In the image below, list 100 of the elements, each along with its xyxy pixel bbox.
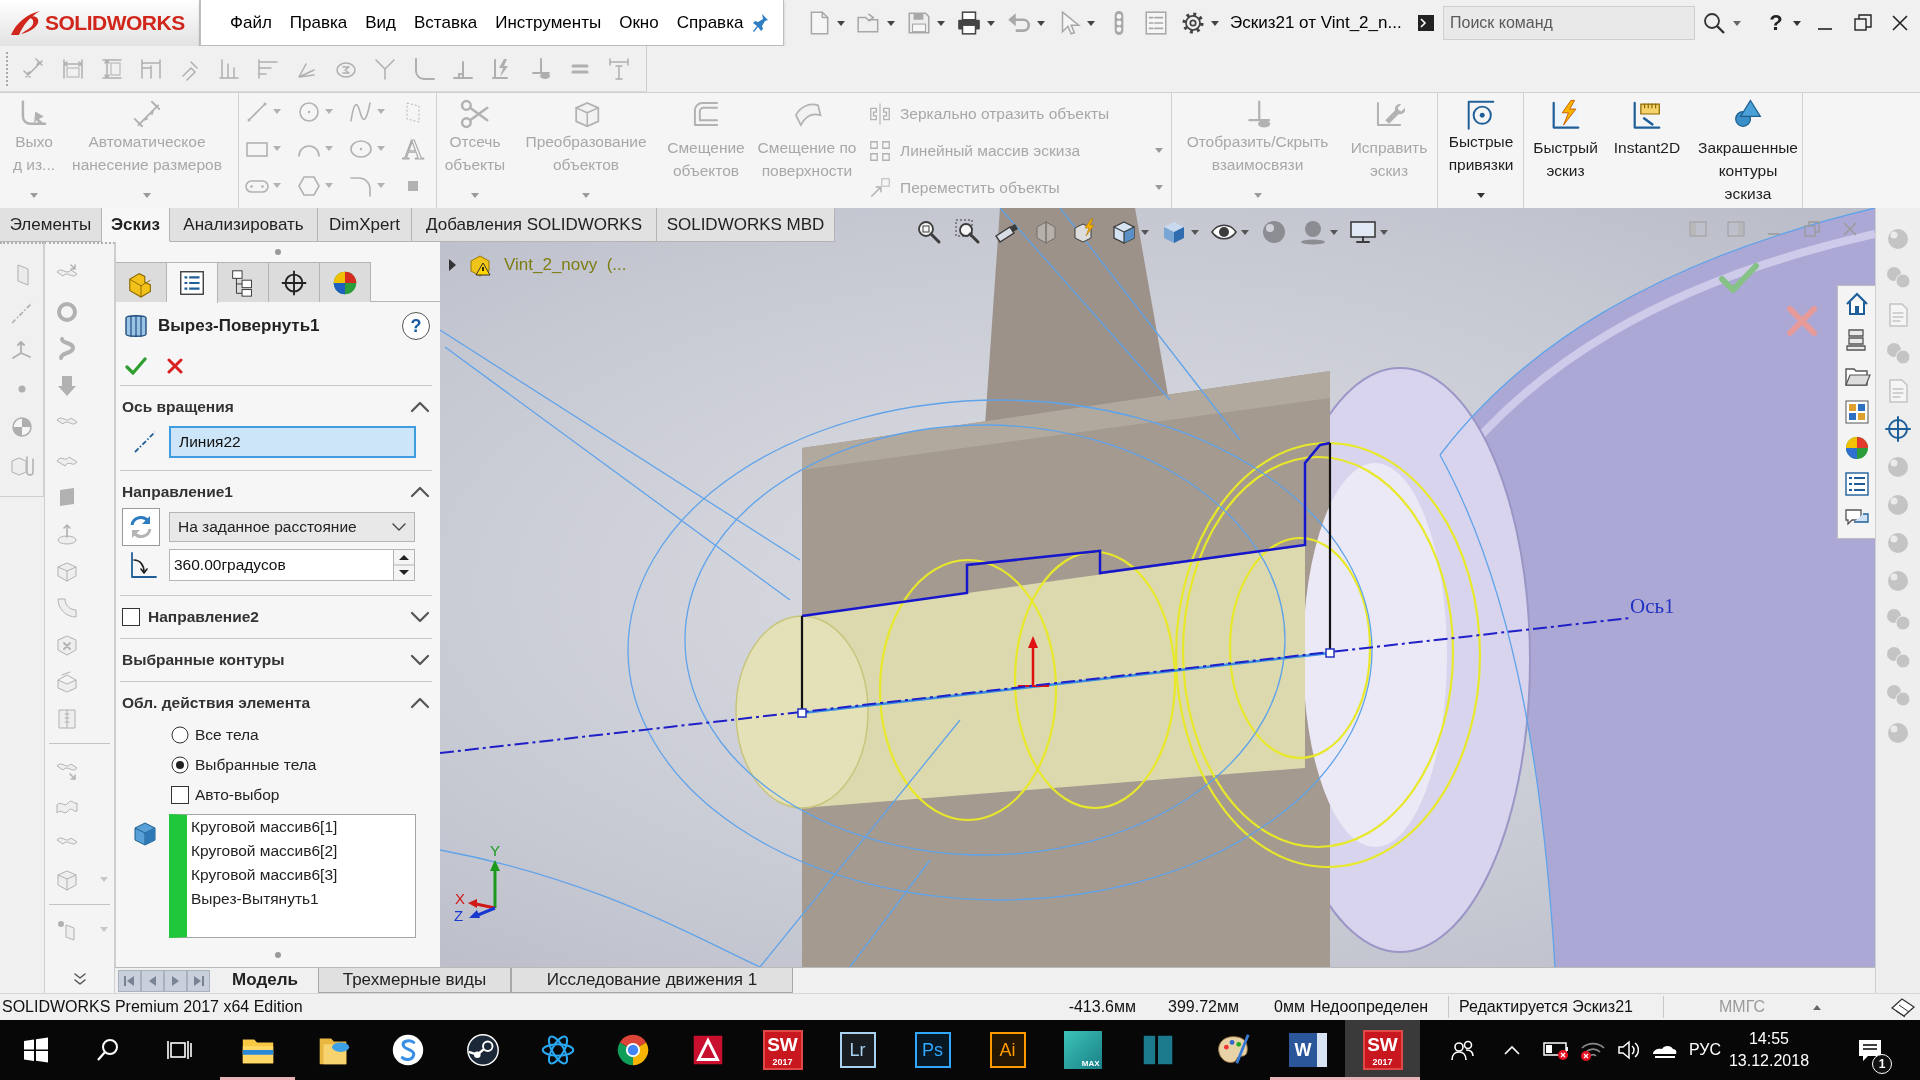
command-button[interactable]: Быстрый эскиз xyxy=(1531,93,1600,208)
diamond-icon[interactable] xyxy=(1890,996,1916,1018)
taskbar-app-button[interactable]: Ai xyxy=(970,1020,1045,1080)
checkbox-label[interactable]: Авто-выбор xyxy=(195,786,280,804)
taskbar-app-button[interactable]: Lr xyxy=(820,1020,895,1080)
radio-label[interactable]: Выбранные тела xyxy=(195,756,317,774)
speaker-icon[interactable] xyxy=(1616,1038,1640,1062)
caret-icon[interactable] xyxy=(1793,20,1801,26)
caret-icon[interactable] xyxy=(1477,193,1485,198)
property-list-icon[interactable] xyxy=(1842,470,1871,498)
feature-title: Вырез-Повернуть1 xyxy=(158,316,320,336)
menu-item[interactable]: Файл xyxy=(221,12,281,33)
tile-left-icon[interactable] xyxy=(1689,220,1707,238)
search-icon[interactable] xyxy=(94,1037,121,1063)
tab[interactable]: DimXpert xyxy=(318,208,412,242)
list-item[interactable]: Круговой массив6[2] xyxy=(191,839,415,863)
grip-dot-icon[interactable] xyxy=(275,952,281,958)
body-list[interactable]: Круговой массив6[1] Круговой массив6[2] Круговой массив6[3] Вырез-Вытянуть1 xyxy=(169,814,416,938)
taskbar-app-button[interactable]: Ps xyxy=(895,1020,970,1080)
caret-icon[interactable] xyxy=(1733,20,1741,26)
zoom-fit-icon[interactable] xyxy=(915,218,943,246)
scissors-icon xyxy=(459,98,491,130)
tab[interactable]: Элементы xyxy=(0,208,102,242)
menu-item[interactable]: Справка xyxy=(667,12,753,33)
restore-icon[interactable] xyxy=(1853,13,1873,33)
menu-item[interactable]: Инструменты xyxy=(486,12,611,33)
tab[interactable]: Добавления SOLIDWORKS xyxy=(412,208,657,242)
people-icon[interactable] xyxy=(1449,1038,1475,1062)
panel-tab[interactable] xyxy=(167,262,218,303)
zoom-area-icon[interactable] xyxy=(954,218,982,246)
triad-label: X xyxy=(455,890,465,907)
command-button[interactable]: Закрашенные контуры эскиза xyxy=(1694,93,1802,208)
axis-line[interactable] xyxy=(440,617,1631,754)
menu-item[interactable]: Вставка xyxy=(405,12,487,33)
tab[interactable]: Эскиз xyxy=(102,208,170,242)
panel-tab[interactable] xyxy=(218,262,269,302)
panel-tab[interactable] xyxy=(269,262,320,302)
grip-dot-icon[interactable] xyxy=(275,249,281,255)
command-button[interactable]: Instant2D xyxy=(1609,93,1685,208)
view-palette-icon[interactable] xyxy=(1842,398,1871,426)
double-chevron-icon[interactable] xyxy=(72,973,87,985)
document-title: Эскиз21 от Vint_2_n... xyxy=(1230,13,1403,33)
caret-up-icon[interactable] xyxy=(1813,1004,1821,1010)
clock-button[interactable]: 14:55 13.12.2018 xyxy=(1728,1028,1810,1072)
menu-item[interactable]: Вид xyxy=(356,12,405,33)
language-button[interactable]: РУС xyxy=(1682,1041,1728,1059)
tab[interactable]: SOLIDWORKS MBD xyxy=(657,208,835,242)
cylinder-segment-icon xyxy=(122,312,150,340)
end-condition-dropdown[interactable]: На заданное расстояние xyxy=(169,512,415,542)
printer-icon[interactable] xyxy=(956,10,982,36)
chevron-up-icon[interactable] xyxy=(410,401,430,413)
taskbar-app-button[interactable]: SW 2017 xyxy=(1345,1020,1420,1080)
bottom-tab[interactable]: Трехмерные виды xyxy=(318,968,511,993)
radio-button[interactable] xyxy=(171,756,189,774)
menu-item[interactable]: Правка xyxy=(280,12,357,33)
radio-label[interactable]: Все тела xyxy=(195,726,259,744)
list-item[interactable]: Круговой массив6[1] xyxy=(191,815,415,839)
expand-arrow-right-icon[interactable] xyxy=(448,259,458,271)
confirm-check-icon[interactable] xyxy=(1719,262,1759,294)
start-menu-icon[interactable] xyxy=(23,1037,49,1063)
search-field[interactable]: Поиск команд xyxy=(1443,6,1695,40)
chevron-down-icon[interactable] xyxy=(410,611,430,623)
reverse-arrows-icon[interactable] xyxy=(122,508,160,546)
chevron-up-icon[interactable] xyxy=(1502,1043,1522,1057)
pin-icon[interactable] xyxy=(753,12,769,33)
section-title: Ось вращения xyxy=(122,398,234,416)
taskbar-app-button[interactable]: MAX xyxy=(1045,1020,1120,1080)
coordinate-readout: 399.72мм xyxy=(1168,998,1240,1016)
angle-field[interactable]: 360.00градусов xyxy=(169,549,393,581)
search-icon[interactable] xyxy=(1703,12,1725,34)
tile-right-icon[interactable] xyxy=(1727,220,1745,238)
caret-icon[interactable] xyxy=(1211,20,1219,26)
chevron-up-icon[interactable] xyxy=(410,486,430,498)
crosshair-icon[interactable] xyxy=(1884,415,1912,443)
axis-selection-field[interactable]: Линия22 xyxy=(169,426,416,458)
radio-button[interactable] xyxy=(171,726,189,744)
chevron-down-icon xyxy=(392,523,406,531)
checkbox[interactable] xyxy=(122,608,140,626)
list-item[interactable]: Круговой массив6[3] xyxy=(191,863,415,887)
checkbox[interactable] xyxy=(171,786,189,804)
notification-badge: 1 xyxy=(1872,1054,1892,1074)
spinner-arrows-icon[interactable] xyxy=(393,549,415,581)
caret-icon[interactable] xyxy=(987,20,995,26)
settings-icon[interactable] xyxy=(1180,10,1206,36)
chevron-down-icon[interactable] xyxy=(410,654,430,666)
sketch-profile[interactable] xyxy=(797,441,1335,718)
monitor-icon[interactable] xyxy=(1349,218,1377,246)
menu-item[interactable]: Окно xyxy=(610,12,668,33)
help-button[interactable]: ? xyxy=(402,312,430,340)
taskbar-app-button[interactable]: SW 2017 xyxy=(745,1020,820,1080)
ok-check-icon[interactable] xyxy=(125,355,147,376)
command-button[interactable]: Быстрые привязки xyxy=(1446,93,1516,208)
cancel-x-icon[interactable] xyxy=(167,357,183,374)
bottom-tab[interactable]: Исследование движения 1 xyxy=(511,968,793,993)
list-item[interactable]: Вырез-Вытянуть1 xyxy=(191,887,415,911)
triad-label: Z xyxy=(454,907,464,922)
close-icon[interactable] xyxy=(1890,13,1910,33)
chevron-up-icon[interactable] xyxy=(410,697,430,709)
help-button[interactable]: ? xyxy=(1767,10,1785,36)
tab[interactable]: Анализировать xyxy=(170,208,318,242)
